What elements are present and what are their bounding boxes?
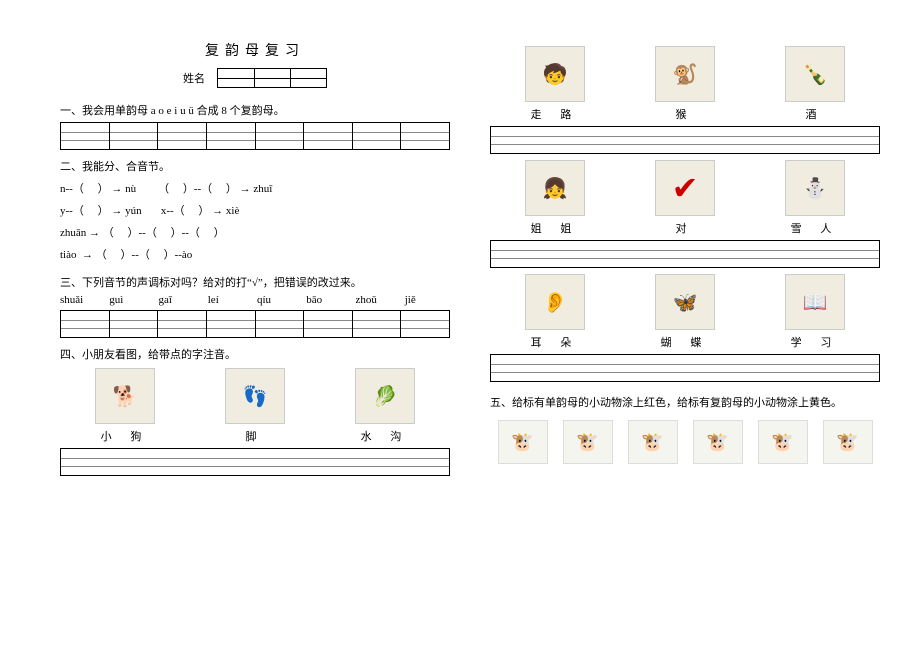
syllable: jiě — [405, 294, 450, 306]
label-row: 姐 姐 对 雪 人 — [490, 220, 880, 236]
picture-label: 对 — [620, 220, 750, 236]
section2-row[interactable]: y--（ ） → yún x--（ ） → xiè — [60, 200, 450, 222]
right-column: 🧒 🐒 🍾 走 路 猴 酒 👧 ✔ ⛄ 姐 姐 对 雪 人 👂 🦋 📖 耳 朵 — [490, 40, 880, 476]
picture-foot-icon: 👣 — [225, 368, 285, 424]
section1-answer-grid[interactable] — [60, 122, 450, 150]
picture-label: 水 沟 — [320, 428, 450, 444]
picture-label: 走 路 — [490, 106, 620, 122]
image-row: 👧 ✔ ⛄ — [490, 160, 880, 216]
section2-body: n--（ ） → nù （ ）--（ ） → zhuī y--（ ） → yún… — [60, 178, 450, 266]
picture-ear-icon: 👂 — [525, 274, 585, 330]
picture-snowman-icon: ⛄ — [785, 160, 845, 216]
syllable: guì — [109, 294, 154, 306]
picture-label: 酒 — [750, 106, 880, 122]
answer-line[interactable] — [490, 126, 880, 154]
picture-label: 猴 — [620, 106, 750, 122]
section2-heading: 二、我能分、合音节。 — [60, 158, 450, 174]
section2-row[interactable]: zhuān → （ ）--（ ）--（ ） — [60, 222, 450, 244]
syllable: shuǎi — [60, 294, 105, 306]
picture-dog-icon: 🐕 — [95, 368, 155, 424]
section3-heading: 三、下列音节的声调标对吗？给对的打“√”，把错误的改过来。 — [60, 274, 450, 290]
name-row: 姓名 — [60, 68, 450, 88]
syllable: leí — [208, 294, 253, 306]
image-row: 🐕 👣 🥬 — [60, 368, 450, 424]
animal-icon[interactable]: 🐮 — [563, 420, 613, 464]
label-row: 小 狗 脚 水 沟 — [60, 428, 450, 444]
picture-label: 雪 人 — [750, 220, 880, 236]
section3-syllables: shuǎi guì gaī leí qíu bāo zhoǔ jiě — [60, 294, 450, 306]
picture-label: 蝴 蝶 — [620, 334, 750, 350]
label-row: 耳 朵 蝴 蝶 学 习 — [490, 334, 880, 350]
animal-icon[interactable]: 🐮 — [758, 420, 808, 464]
animal-icon[interactable]: 🐮 — [498, 420, 548, 464]
section1-heading: 一、我会用单韵母 a o e i u ü 合成 8 个复韵母。 — [60, 102, 450, 118]
picture-label: 姐 姐 — [490, 220, 620, 236]
syllable: gaī — [159, 294, 204, 306]
image-row: 👂 🦋 📖 — [490, 274, 880, 330]
syllable: zhoǔ — [356, 294, 401, 306]
picture-sister-icon: 👧 — [525, 160, 585, 216]
answer-line[interactable] — [490, 354, 880, 382]
picture-check-icon: ✔ — [655, 160, 715, 216]
picture-ditch-icon: 🥬 — [355, 368, 415, 424]
name-grid[interactable] — [217, 68, 327, 88]
section2-row[interactable]: tiào → （ ）--（ ）--ào — [60, 244, 450, 266]
section2-row[interactable]: n--（ ） → nù （ ）--（ ） → zhuī — [60, 178, 450, 200]
picture-wine-icon: 🍾 — [785, 46, 845, 102]
picture-label: 耳 朵 — [490, 334, 620, 350]
left-column: 复韵母复习 姓名 一、我会用单韵母 a o e i u ü 合成 8 个复韵母。… — [60, 40, 450, 476]
animal-icon[interactable]: 🐮 — [693, 420, 743, 464]
animal-icon[interactable]: 🐮 — [628, 420, 678, 464]
answer-line[interactable] — [490, 240, 880, 268]
image-row: 🧒 🐒 🍾 — [490, 46, 880, 102]
worksheet-title: 复韵母复习 — [60, 40, 450, 60]
answer-line[interactable] — [60, 448, 450, 476]
picture-walk-icon: 🧒 — [525, 46, 585, 102]
picture-study-icon: 📖 — [785, 274, 845, 330]
section4-heading: 四、小朋友看图，给带点的字注音。 — [60, 346, 450, 362]
section3-answer-grid[interactable] — [60, 310, 450, 338]
picture-monkey-icon: 🐒 — [655, 46, 715, 102]
section5-animals[interactable]: 🐮 🐮 🐮 🐮 🐮 🐮 — [490, 416, 880, 468]
name-label: 姓名 — [183, 70, 205, 86]
picture-label: 学 习 — [750, 334, 880, 350]
picture-label: 小 狗 — [60, 428, 190, 444]
syllable: bāo — [306, 294, 351, 306]
picture-butterfly-icon: 🦋 — [655, 274, 715, 330]
syllable: qíu — [257, 294, 302, 306]
label-row: 走 路 猴 酒 — [490, 106, 880, 122]
section5-heading: 五、给标有单韵母的小动物涂上红色，给标有复韵母的小动物涂上黄色。 — [490, 394, 880, 410]
picture-label: 脚 — [190, 428, 320, 444]
animal-icon[interactable]: 🐮 — [823, 420, 873, 464]
